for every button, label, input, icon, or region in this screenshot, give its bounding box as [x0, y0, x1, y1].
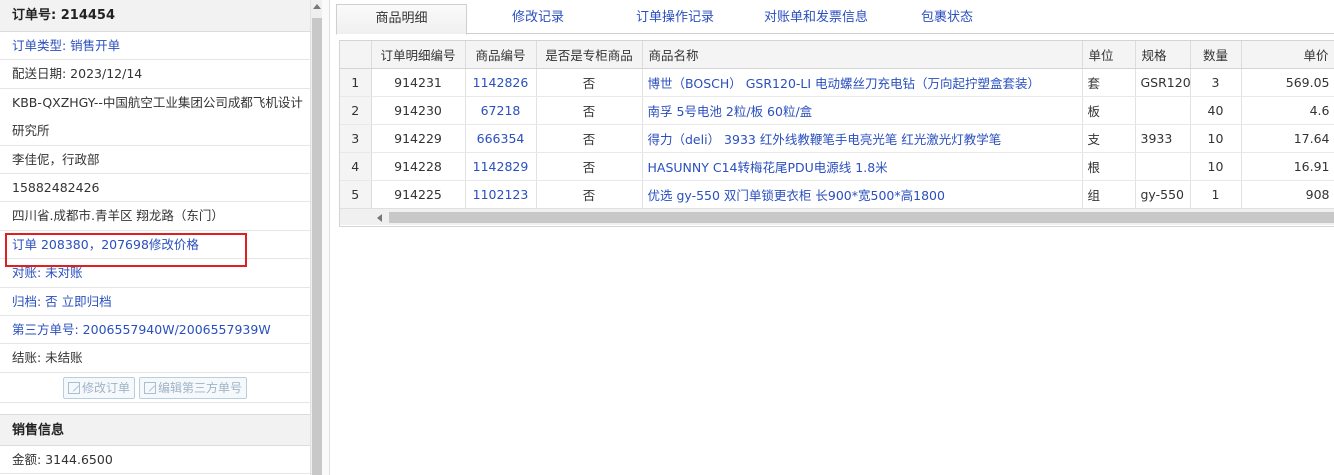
- counter-flag: 否: [536, 124, 643, 153]
- counter-flag: 否: [536, 152, 643, 181]
- row-number: 3: [340, 124, 372, 153]
- edit-icon: [67, 381, 80, 394]
- col-header-unit-price[interactable]: 单价: [1241, 41, 1334, 69]
- contact-person: 李佳伲，行政部: [0, 146, 310, 174]
- unit-price: 17.64: [1241, 124, 1334, 153]
- col-header-unit[interactable]: 单位: [1082, 41, 1136, 69]
- col-header-rownum: [340, 41, 372, 69]
- spec: GSR120: [1135, 68, 1191, 97]
- order-type: 订单类型: 销售开单: [0, 32, 310, 61]
- edit-icon: [144, 381, 156, 394]
- detail-id: 914228: [371, 152, 466, 181]
- col-header-counter[interactable]: 是否是专柜商品: [536, 41, 643, 69]
- product-name-link[interactable]: HASUNNY C14转梅花尾PDU电源线 1.8米: [642, 152, 1083, 181]
- customer-name: KBB-QXZHGY--中国航空工业集团公司成都飞机设计研究所: [0, 89, 310, 146]
- counter-flag: 否: [536, 68, 643, 97]
- tab-product-details[interactable]: 商品明细: [336, 4, 467, 35]
- col-header-spec[interactable]: 规格: [1135, 41, 1191, 69]
- scroll-left-icon[interactable]: [377, 214, 382, 222]
- edit-third-party-button[interactable]: 编辑第三方单号: [139, 376, 248, 399]
- unit: 根: [1082, 152, 1136, 181]
- quantity: 3: [1190, 68, 1242, 97]
- action-buttons: 修改订单 编辑第三方单号: [0, 373, 310, 403]
- counter-flag: 否: [536, 96, 643, 125]
- tab-order-operation-records[interactable]: 订单操作记录: [608, 4, 742, 34]
- table-row[interactable]: 4 914228 1142829 否 HASUNNY C14转梅花尾PDU电源线…: [340, 152, 1334, 181]
- scrollbar-thumb[interactable]: [312, 18, 322, 475]
- spec: [1135, 152, 1191, 181]
- grid-horizontal-scrollbar[interactable]: [340, 208, 1334, 225]
- table-header-row: 订单明细编号 商品编号 是否是专柜商品 商品名称 单位 规格 数量 单价: [340, 41, 1334, 69]
- col-header-detail-id[interactable]: 订单明细编号: [371, 41, 466, 69]
- unit-price: 16.91: [1241, 152, 1334, 181]
- third-party-order-number: 第三方单号: 2006557940W/2006557939W: [0, 316, 310, 345]
- row-number: 4: [340, 152, 372, 181]
- quantity: 10: [1190, 152, 1242, 181]
- detail-id: 914230: [371, 96, 466, 125]
- product-table: 订单明细编号 商品编号 是否是专柜商品 商品名称 单位 规格 数量 单价 1 9…: [340, 41, 1334, 209]
- sku-link[interactable]: 1142829: [465, 152, 537, 181]
- quantity: 10: [1190, 124, 1242, 153]
- product-name-link[interactable]: 优选 gy-550 双门单锁更衣柜 长900*宽500*高1800: [642, 180, 1083, 209]
- left-vertical-scrollbar[interactable]: [310, 0, 322, 475]
- row-number: 5: [340, 180, 372, 209]
- product-name-link[interactable]: 博世（BOSCH） GSR120-LI 电动螺丝刀充电钻（万向起拧塑盒套装）: [642, 68, 1083, 97]
- table-row[interactable]: 5 914225 1102123 否 优选 gy-550 双门单锁更衣柜 长90…: [340, 180, 1334, 209]
- product-name-link[interactable]: 南孚 5号电池 2粒/板 60粒/盒: [642, 96, 1083, 125]
- order-number-title: 订单号: 214454: [0, 0, 310, 32]
- sku-link[interactable]: 1142826: [465, 68, 537, 97]
- detail-id: 914225: [371, 180, 466, 209]
- counter-flag: 否: [536, 180, 643, 209]
- sku-link[interactable]: 666354: [465, 124, 537, 153]
- detail-id: 914229: [371, 124, 466, 153]
- sku-link[interactable]: 1102123: [465, 180, 537, 209]
- edit-third-party-label: 编辑第三方单号: [158, 380, 243, 395]
- archive-status[interactable]: 归档: 否 立即归档: [0, 288, 310, 316]
- table-row[interactable]: 2 914230 67218 否 南孚 5号电池 2粒/板 60粒/盒 板 40…: [340, 96, 1334, 125]
- unit-price: 4.6: [1241, 96, 1334, 125]
- unit: 支: [1082, 124, 1136, 153]
- product-name-link[interactable]: 得力（deli） 3933 红外线教鞭笔手电亮光笔 红光激光灯教学笔: [642, 124, 1083, 153]
- tab-package-status[interactable]: 包裹状态: [892, 4, 1002, 34]
- col-header-product-name[interactable]: 商品名称: [642, 41, 1083, 69]
- detail-tabs: 商品明细 修改记录 订单操作记录 对账单和发票信息 包裹状态: [336, 4, 1334, 35]
- unit: 套: [1082, 68, 1136, 97]
- product-detail-grid: 订单明细编号 商品编号 是否是专柜商品 商品名称 单位 规格 数量 单价 1 9…: [339, 40, 1334, 227]
- row-number: 2: [340, 96, 372, 125]
- scrollbar-thumb[interactable]: [389, 212, 1334, 223]
- unit-price: 908: [1241, 180, 1334, 209]
- sku-link[interactable]: 67218: [465, 96, 537, 125]
- row-number: 1: [340, 68, 372, 97]
- tab-statement-invoice[interactable]: 对账单和发票信息: [744, 4, 888, 34]
- phone-number: 15882482426: [0, 174, 310, 203]
- quantity: 1: [1190, 180, 1242, 209]
- edit-order-label: 修改订单: [81, 380, 130, 395]
- tab-modify-records[interactable]: 修改记录: [473, 4, 603, 34]
- detail-id: 914231: [371, 68, 466, 97]
- panel-splitter[interactable]: [322, 0, 330, 475]
- delivery-address: 四川省.成都市.青羊区 翔龙路（东门）: [0, 202, 310, 231]
- col-header-sku[interactable]: 商品编号: [465, 41, 537, 69]
- table-row[interactable]: 1 914231 1142826 否 博世（BOSCH） GSR120-LI 电…: [340, 68, 1334, 97]
- table-row[interactable]: 3 914229 666354 否 得力（deli） 3933 红外线教鞭笔手电…: [340, 124, 1334, 153]
- sales-amount: 金额: 3144.6500: [0, 446, 310, 475]
- spec: gy-550: [1135, 180, 1191, 209]
- scroll-up-icon[interactable]: [313, 4, 321, 9]
- spec: [1135, 96, 1191, 125]
- highlight-box: [5, 233, 247, 267]
- unit-price: 569.05: [1241, 68, 1334, 97]
- quantity: 40: [1190, 96, 1242, 125]
- settle-status: 结账: 未结账: [0, 344, 310, 373]
- sales-info-header: 销售信息: [0, 413, 310, 446]
- unit: 组: [1082, 180, 1136, 209]
- edit-order-button[interactable]: 修改订单: [62, 376, 135, 399]
- order-info-panel: 订单号: 214454 订单类型: 销售开单 配送日期: 2023/12/14 …: [0, 0, 310, 475]
- spec: 3933: [1135, 124, 1191, 153]
- unit: 板: [1082, 96, 1136, 125]
- delivery-date: 配送日期: 2023/12/14: [0, 60, 310, 89]
- col-header-quantity[interactable]: 数量: [1190, 41, 1242, 69]
